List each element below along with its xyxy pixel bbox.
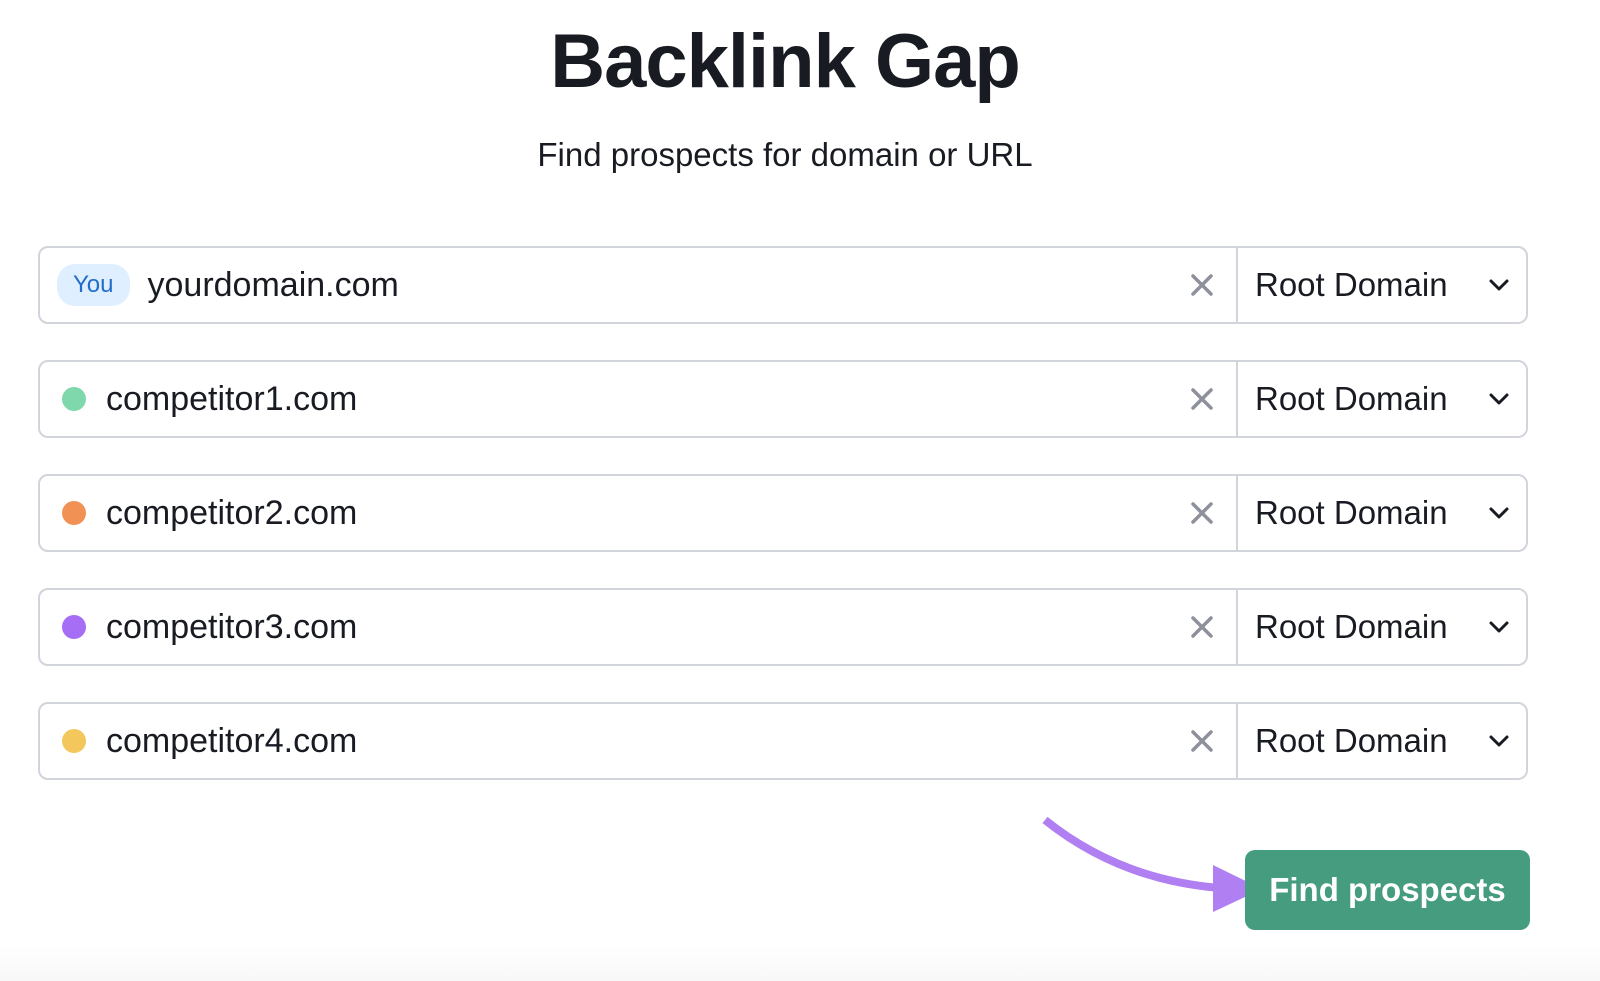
competitor-color-dot bbox=[62, 729, 86, 753]
scope-select[interactable]: Root Domain bbox=[1236, 590, 1526, 664]
competitor-color-dot bbox=[62, 387, 86, 411]
domain-value[interactable]: competitor3.com bbox=[106, 608, 357, 647]
scope-select[interactable]: Root Domain bbox=[1236, 248, 1526, 322]
domain-value[interactable]: competitor4.com bbox=[106, 722, 357, 761]
chevron-down-icon bbox=[1489, 393, 1509, 405]
domain-row-competitor-2: competitor2.com Root Domain bbox=[38, 474, 1528, 552]
curved-arrow-icon bbox=[1042, 816, 1262, 912]
scope-select-value: Root Domain bbox=[1255, 494, 1448, 531]
close-icon[interactable] bbox=[1188, 727, 1216, 755]
scope-select[interactable]: Root Domain bbox=[1236, 362, 1526, 436]
close-icon[interactable] bbox=[1188, 613, 1216, 641]
domain-value[interactable]: competitor2.com bbox=[106, 494, 357, 533]
chevron-down-icon bbox=[1489, 507, 1509, 519]
domain-input-competitor-1[interactable]: competitor1.com bbox=[40, 362, 1236, 436]
scope-select[interactable]: Root Domain bbox=[1236, 704, 1526, 778]
chevron-down-icon bbox=[1489, 735, 1509, 747]
close-icon[interactable] bbox=[1188, 499, 1216, 527]
scope-select-value: Root Domain bbox=[1255, 722, 1448, 759]
chevron-down-icon bbox=[1489, 621, 1509, 633]
scope-select-value: Root Domain bbox=[1255, 608, 1448, 645]
domain-row-competitor-1: competitor1.com Root Domain bbox=[38, 360, 1528, 438]
bottom-shadow bbox=[0, 945, 1600, 981]
domain-value[interactable]: competitor1.com bbox=[106, 380, 357, 419]
scope-select[interactable]: Root Domain bbox=[1236, 476, 1526, 550]
scope-select-value: Root Domain bbox=[1255, 266, 1448, 303]
domain-value[interactable]: yourdomain.com bbox=[148, 266, 399, 305]
competitor-color-dot bbox=[62, 501, 86, 525]
competitor-color-dot bbox=[62, 615, 86, 639]
domain-input-you[interactable]: You yourdomain.com bbox=[40, 248, 1236, 322]
chevron-down-icon bbox=[1489, 279, 1509, 291]
scope-select-value: Root Domain bbox=[1255, 380, 1448, 417]
you-badge: You bbox=[57, 264, 130, 306]
find-prospects-button[interactable]: Find prospects bbox=[1245, 850, 1530, 930]
domain-row-competitor-4: competitor4.com Root Domain bbox=[38, 702, 1528, 780]
domain-input-competitor-4[interactable]: competitor4.com bbox=[40, 704, 1236, 778]
domain-row-you: You yourdomain.com Root Domain bbox=[38, 246, 1528, 324]
domain-row-competitor-3: competitor3.com Root Domain bbox=[38, 588, 1528, 666]
close-icon[interactable] bbox=[1188, 385, 1216, 413]
close-icon[interactable] bbox=[1188, 271, 1216, 299]
page-title: Backlink Gap bbox=[550, 19, 1021, 104]
domain-input-competitor-3[interactable]: competitor3.com bbox=[40, 590, 1236, 664]
domain-input-competitor-2[interactable]: competitor2.com bbox=[40, 476, 1236, 550]
page-subtitle: Find prospects for domain or URL bbox=[537, 136, 1033, 173]
